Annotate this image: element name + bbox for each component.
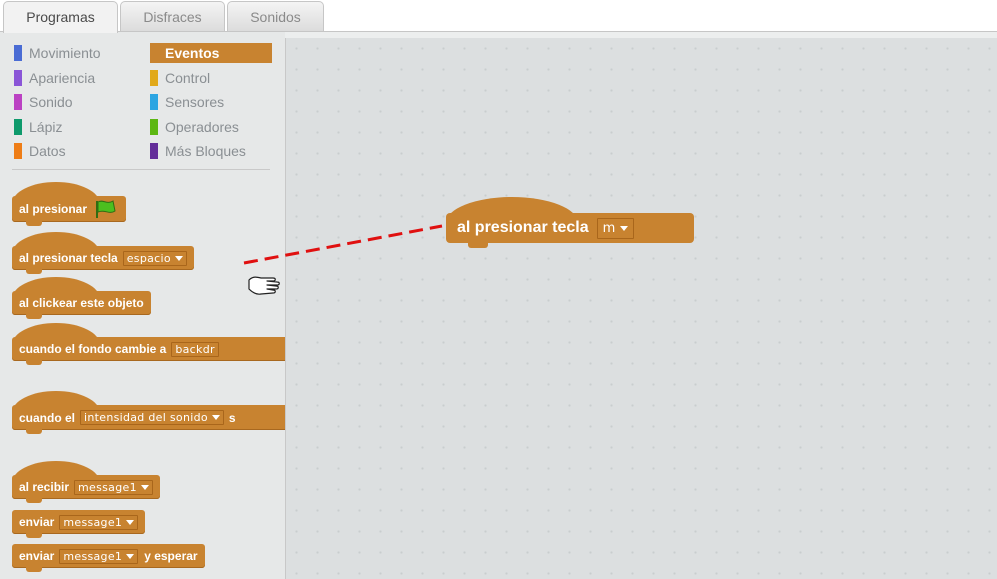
block-when-key-pressed[interactable]: al presionar tecla espacio [12, 232, 194, 274]
chevron-down-icon [126, 519, 135, 525]
category-label: Datos [29, 143, 66, 159]
block-label: cuando el [19, 410, 76, 425]
backdrop-dropdown[interactable]: backdr [171, 341, 219, 357]
category-movimiento[interactable]: Movimiento [14, 43, 134, 63]
dropdown-value: intensidad del sonido [84, 411, 208, 424]
category-mas-bloques[interactable]: Más Bloques [150, 141, 272, 161]
category-label: Eventos [165, 45, 220, 61]
palette-divider [12, 169, 270, 170]
block-broadcast-and-wait[interactable]: enviar message1 y esperar [12, 544, 205, 572]
chevron-down-icon [211, 415, 220, 420]
sensor-dropdown[interactable]: intensidad del sonido [80, 410, 224, 425]
tab-disfraces[interactable]: Disfraces [120, 1, 225, 31]
dropdown-value: message1 [63, 549, 123, 563]
block-label-tail: y esperar [144, 549, 198, 563]
key-dropdown[interactable]: espacio [122, 250, 187, 266]
category-label: Lápiz [29, 119, 63, 135]
dropdown-value: m [602, 220, 616, 236]
block-label: enviar [19, 515, 55, 529]
category-label: Movimiento [29, 45, 101, 61]
key-dropdown[interactable]: m [596, 217, 634, 239]
chevron-down-icon [619, 225, 628, 231]
category-sonido[interactable]: Sonido [14, 92, 134, 112]
dropdown-value: espacio [126, 251, 171, 265]
block-label: al presionar [19, 202, 88, 216]
category-color-swatch [14, 94, 22, 110]
chevron-down-icon [174, 255, 183, 261]
category-color-swatch [14, 119, 22, 135]
tab-sonidos[interactable]: Sonidos [227, 1, 324, 31]
block-label-tail: s [228, 410, 236, 425]
dropdown-value: backdr [175, 342, 215, 356]
block-notch [26, 498, 42, 503]
block-notch [26, 360, 42, 365]
dropdown-value: message1 [78, 480, 137, 494]
block-notch [26, 221, 42, 226]
block-palette: Movimiento Apariencia Sonido Lápiz Datos… [0, 32, 285, 579]
block-when-receive[interactable]: al recibir message1 [12, 461, 160, 503]
block-notch [26, 429, 42, 434]
message-dropdown[interactable]: message1 [74, 479, 153, 495]
block-notch [26, 533, 42, 538]
green-flag-icon [96, 200, 116, 218]
category-label: Sensores [165, 94, 225, 110]
scripts-area[interactable] [285, 38, 997, 579]
category-operadores[interactable]: Operadores [150, 117, 272, 137]
block-broadcast[interactable]: enviar message1 [12, 510, 146, 538]
category-label: Operadores [165, 119, 239, 135]
tab-programas[interactable]: Programas [3, 1, 118, 33]
block-label: al recibir [19, 480, 70, 494]
category-color-swatch [14, 143, 22, 159]
category-color-swatch [150, 143, 158, 159]
chevron-down-icon [140, 484, 149, 490]
category-lapiz[interactable]: Lápiz [14, 117, 134, 137]
category-control[interactable]: Control [150, 68, 272, 88]
category-label: Sonido [29, 94, 73, 110]
block-label: enviar [19, 549, 55, 563]
dropdown-value: message1 [63, 515, 123, 529]
block-label: cuando el fondo cambie a [19, 342, 167, 356]
message-dropdown[interactable]: message1 [59, 548, 139, 564]
category-color-swatch [14, 70, 22, 86]
tab-bar: Programas Disfraces Sonidos [0, 0, 997, 33]
category-eventos[interactable]: Eventos [150, 43, 272, 63]
block-when-backdrop-switches[interactable]: cuando el fondo cambie a backdr [12, 323, 285, 365]
message-dropdown[interactable]: message1 [59, 514, 139, 530]
category-sensores[interactable]: Sensores [150, 92, 272, 112]
block-label: al clickear este objeto [19, 296, 144, 310]
category-color-swatch [14, 45, 22, 61]
block-when-sensor-greater[interactable]: cuando el intensidad del sonido s [12, 391, 285, 434]
category-label: Control [165, 70, 211, 86]
category-color-swatch [150, 119, 158, 135]
category-label: Más Bloques [165, 143, 246, 159]
chevron-down-icon [126, 553, 135, 559]
hand-cursor-icon [248, 276, 280, 295]
block-notch [468, 242, 488, 248]
category-datos[interactable]: Datos [14, 141, 134, 161]
block-label: al presionar tecla [19, 251, 118, 265]
category-apariencia[interactable]: Apariencia [14, 68, 134, 88]
block-when-sprite-clicked[interactable]: al clickear este objeto [12, 277, 151, 319]
category-label: Apariencia [29, 70, 96, 86]
block-label: al presionar tecla [457, 219, 589, 236]
block-notch [26, 314, 42, 319]
category-color-swatch [150, 70, 158, 86]
block-notch [26, 269, 42, 274]
category-color-swatch [150, 94, 158, 110]
block-when-flag-clicked[interactable]: al presionar [12, 182, 127, 226]
script-block-when-key-pressed[interactable]: al presionar tecla m [446, 197, 694, 248]
block-notch [26, 567, 42, 572]
